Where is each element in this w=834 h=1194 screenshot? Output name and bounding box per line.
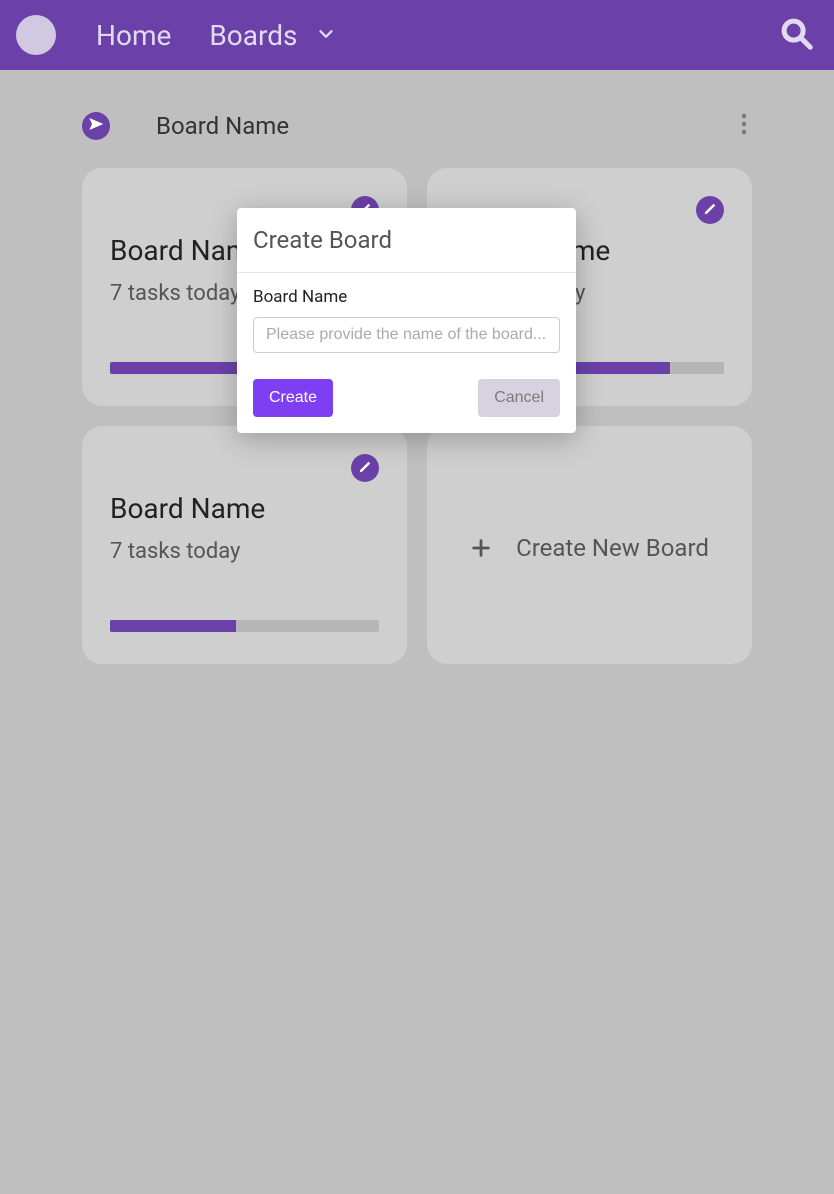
plus-icon — [470, 537, 492, 559]
nav-home-label: Home — [96, 19, 171, 52]
board-card[interactable]: Board Name 7 tasks today — [82, 426, 407, 664]
create-button[interactable]: Create — [253, 379, 333, 417]
create-board-tile[interactable]: Create New Board — [427, 426, 752, 664]
cancel-button[interactable]: Cancel — [478, 379, 560, 417]
app-logo[interactable] — [16, 15, 56, 55]
board-card-progress — [110, 620, 379, 632]
board-name-input[interactable] — [253, 317, 560, 353]
search-button[interactable] — [774, 13, 818, 57]
page-title: Board Name — [156, 112, 289, 140]
edit-board-button[interactable] — [351, 454, 379, 482]
paper-plane-icon — [88, 116, 104, 136]
board-name-label: Board Name — [253, 287, 560, 307]
pencil-icon — [358, 459, 372, 478]
board-header: Board Name — [82, 112, 752, 140]
create-board-tile-label: Create New Board — [516, 534, 709, 562]
nav-boards-label: Boards — [209, 19, 297, 52]
board-card-title: Board Name — [110, 492, 379, 525]
modal-title: Create Board — [237, 208, 576, 273]
edit-board-button[interactable] — [696, 196, 724, 224]
board-card-subtitle: 7 tasks today — [110, 539, 379, 564]
top-nav: Home Boards — [0, 0, 834, 70]
more-vertical-icon — [741, 113, 747, 139]
search-icon — [777, 14, 815, 56]
create-board-modal: Create Board Board Name Create Cancel — [237, 208, 576, 433]
nav-home[interactable]: Home — [96, 19, 171, 52]
chevron-down-icon — [315, 19, 337, 52]
nav-boards[interactable]: Boards — [209, 19, 337, 52]
board-more-button[interactable] — [732, 114, 756, 138]
pencil-icon — [703, 201, 717, 220]
board-icon-badge[interactable] — [82, 112, 110, 140]
